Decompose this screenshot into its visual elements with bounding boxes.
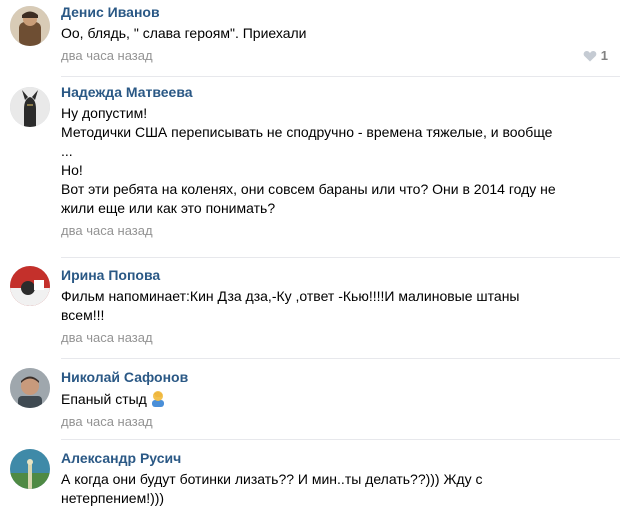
comment-date[interactable]: два часа назад <box>61 414 153 429</box>
comment-author[interactable]: Денис Иванов <box>61 3 608 21</box>
comment-text-line: жили еще или как это понимать? <box>61 200 276 216</box>
comment-text-line: Оо, блядь, " слава героям". Приехали <box>61 25 307 41</box>
comment-text-line: всем!!! <box>61 307 105 323</box>
divider <box>61 76 620 77</box>
divider <box>61 257 620 258</box>
person-facepalm-emoji <box>151 391 164 407</box>
comment-meta: два часа назад <box>61 330 608 346</box>
comment-author[interactable]: Надежда Матвеева <box>61 83 608 101</box>
avatar[interactable] <box>10 449 50 489</box>
comment-author[interactable]: Николай Сафонов <box>61 368 608 386</box>
comment-meta: два часа назад <box>61 223 608 239</box>
comment-text-line: А когда они будут ботинки лизать?? И мин… <box>61 471 483 487</box>
comment-text-line: Епаный стыд <box>61 389 608 409</box>
comment-text-line: Методички США переписывать не сподручно … <box>61 124 553 140</box>
comment-meta: два часа назад 1 <box>61 48 608 64</box>
comment-text: А когда они будут ботинки лизать?? И мин… <box>61 470 608 508</box>
comment-item: Надежда Матвеева Ну допустим! Методички … <box>0 83 620 253</box>
comment-item: Николай Сафонов Епаный стыд два часа наз… <box>0 368 620 432</box>
comment-item: Александр Русич А когда они будут ботинк… <box>0 449 620 517</box>
comment-text: Оо, блядь, " слава героям". Приехали <box>61 24 608 43</box>
comment-item: Ирина Попова Фильм напоминает:Кин Дза дз… <box>0 266 620 352</box>
like-button[interactable]: 1 <box>583 48 608 64</box>
avatar[interactable] <box>10 368 50 408</box>
comment-body: Надежда Матвеева Ну допустим! Методички … <box>61 83 608 239</box>
divider <box>61 439 620 440</box>
comment-text-line: нетерпением!))) <box>61 490 165 506</box>
comment-text-line: Но! <box>61 162 83 178</box>
comment-text-line: Ну допустим! <box>61 105 148 121</box>
avatar[interactable] <box>10 266 50 306</box>
comment-meta: два часа назад <box>61 414 608 430</box>
comment-author[interactable]: Ирина Попова <box>61 266 608 284</box>
comment-date[interactable]: два часа назад <box>61 330 153 345</box>
divider <box>61 358 620 359</box>
comment-item: Денис Иванов Оо, блядь, " слава героям".… <box>0 3 620 69</box>
comment-text: Ну допустим! Методички США переписывать … <box>61 104 608 218</box>
comment-text-content: Епаный стыд <box>61 391 147 407</box>
comment-text-line: ... <box>61 143 73 159</box>
comment-text: Епаный стыд <box>61 389 608 409</box>
comment-author[interactable]: Александр Русич <box>61 449 608 467</box>
comment-body: Александр Русич А когда они будут ботинк… <box>61 449 608 508</box>
comment-text: Фильм напоминает:Кин Дза дза,-Ку ,ответ … <box>61 287 608 325</box>
like-count: 1 <box>600 48 608 63</box>
comment-date[interactable]: два часа назад <box>61 223 153 238</box>
comment-body: Николай Сафонов Епаный стыд два часа наз… <box>61 368 608 430</box>
heart-icon <box>583 50 597 62</box>
comment-text-line: Фильм напоминает:Кин Дза дза,-Ку ,ответ … <box>61 288 520 304</box>
comment-date[interactable]: два часа назад <box>61 48 153 63</box>
comment-body: Ирина Попова Фильм напоминает:Кин Дза дз… <box>61 266 608 346</box>
comment-body: Денис Иванов Оо, блядь, " слава героям".… <box>61 3 608 64</box>
avatar[interactable] <box>10 87 50 127</box>
avatar[interactable] <box>10 6 50 46</box>
comment-text-line: Вот эти ребята на коленях, они совсем ба… <box>61 181 556 197</box>
